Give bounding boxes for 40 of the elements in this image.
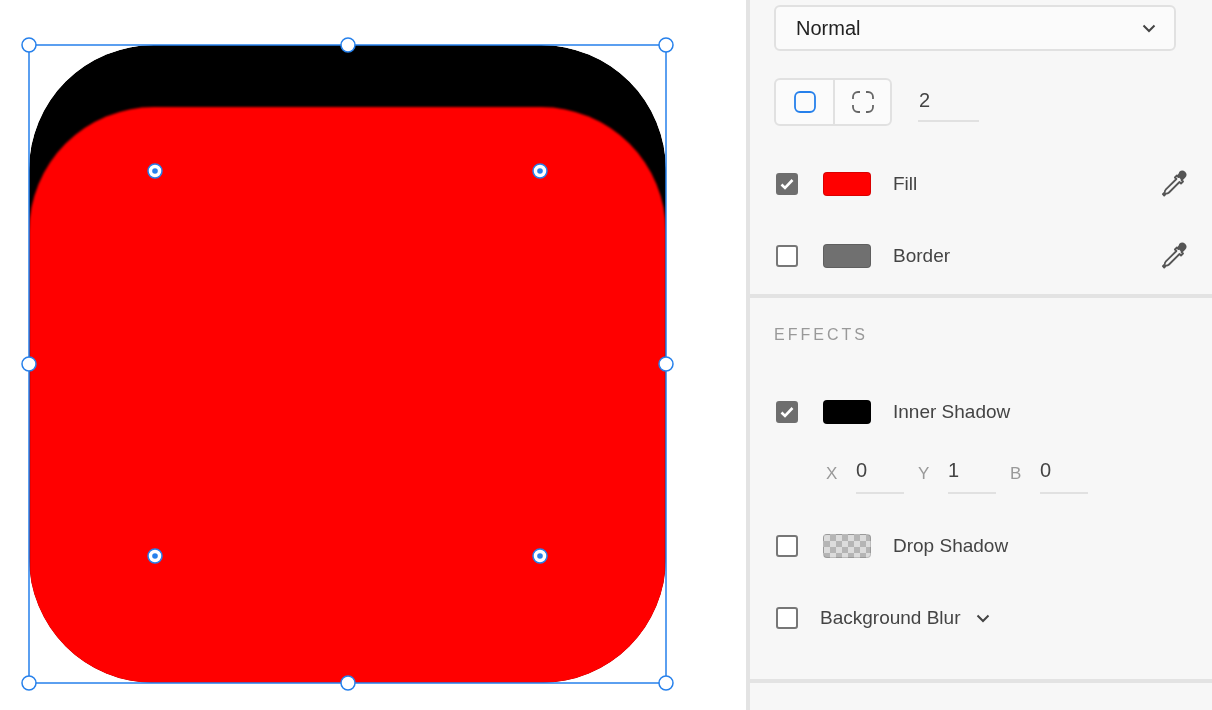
checkerboard-swatch[interactable] <box>823 534 871 558</box>
section-heading: EFFECTS <box>774 326 869 344</box>
chevron-down-icon <box>976 613 991 623</box>
resize-handle[interactable] <box>658 675 674 691</box>
checkbox[interactable] <box>776 535 798 557</box>
resize-handle[interactable] <box>21 356 37 372</box>
param-label: B <box>1010 464 1023 484</box>
param-label: X <box>826 464 839 484</box>
resize-handle[interactable] <box>21 37 37 53</box>
color-swatch[interactable] <box>823 244 871 268</box>
checkbox[interactable] <box>776 401 798 423</box>
color-swatch[interactable] <box>823 400 871 424</box>
effect-label: Background Blur <box>820 607 961 629</box>
corner-radius-handle[interactable] <box>532 548 548 564</box>
param-input[interactable]: 0 <box>856 454 904 494</box>
resize-handle[interactable] <box>340 675 356 691</box>
param-label: Y <box>918 464 931 484</box>
corner-radius-handle[interactable] <box>147 548 163 564</box>
param-input[interactable]: 1 <box>948 454 996 494</box>
checkbox[interactable] <box>776 607 798 629</box>
rounded-square-icon <box>792 90 817 114</box>
color-swatch[interactable] <box>823 172 871 196</box>
resize-handle[interactable] <box>658 356 674 372</box>
resize-handle[interactable] <box>658 37 674 53</box>
checkbox[interactable] <box>776 173 798 195</box>
param-input[interactable]: 0 <box>1040 454 1088 494</box>
resize-handle[interactable] <box>340 37 356 53</box>
corner-radius-input[interactable]: 2 <box>918 82 979 122</box>
effect-label: Drop Shadow <box>893 535 1009 557</box>
property-label: Fill <box>893 173 918 195</box>
effect-label: Inner Shadow <box>893 401 1011 423</box>
checkbox[interactable] <box>776 245 798 267</box>
selected-rounded-rectangle[interactable] <box>28 44 667 684</box>
corner-radius-handle[interactable] <box>532 163 548 179</box>
resize-handle[interactable] <box>21 675 37 691</box>
dashed-corners-icon <box>850 90 875 114</box>
property-label: Border <box>893 245 951 267</box>
chevron-down-icon <box>1142 23 1156 33</box>
corner-radius-handle[interactable] <box>147 163 163 179</box>
blend-mode-dropdown[interactable]: Normal <box>774 5 1176 51</box>
